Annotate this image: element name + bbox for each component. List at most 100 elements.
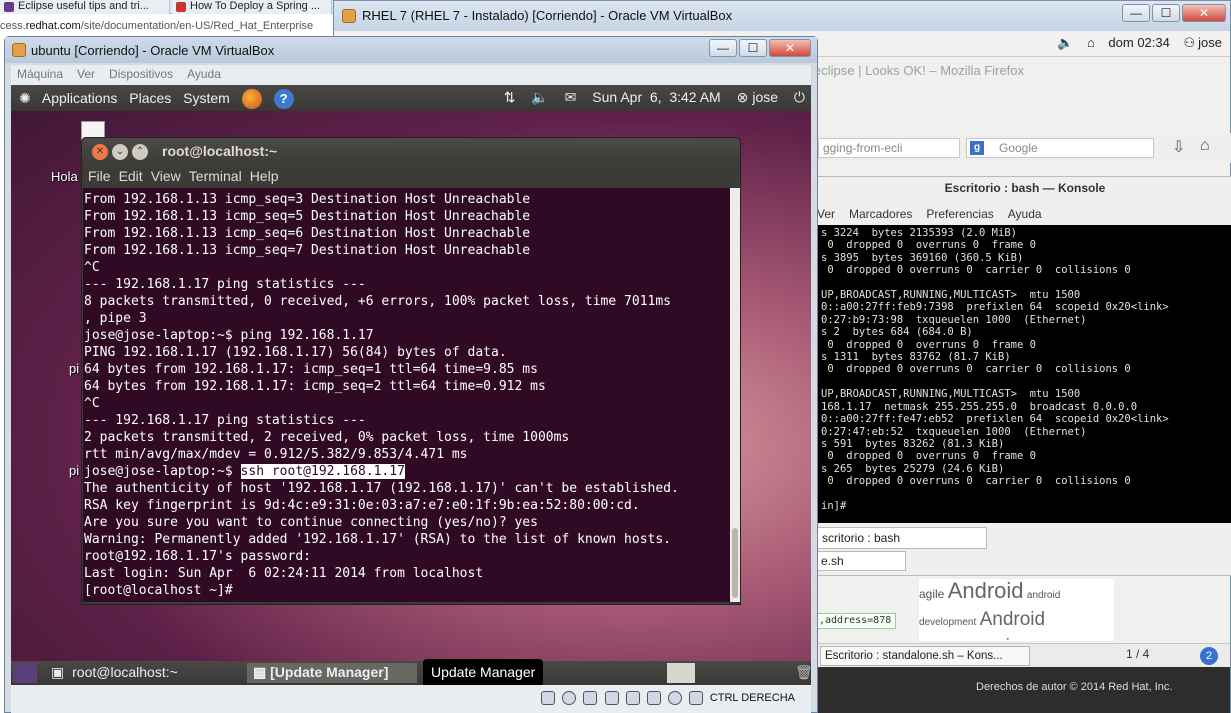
taskbar-item-konsole[interactable]: Escritorio : standalone.sh – Kons... xyxy=(820,646,1030,666)
user-name[interactable]: jose xyxy=(752,89,778,105)
menu-dispositivos[interactable]: Dispositivos xyxy=(109,67,173,81)
desktop-label[interactable]: pi xyxy=(69,463,79,478)
ubuntu-titlebar: ubuntu [Corriendo] - Oracle VM VirtualBo… xyxy=(5,37,817,63)
konsole-line: 0 dropped 0 overruns 0 frame 0 xyxy=(821,239,1036,252)
clock[interactable]: dom 02:34 xyxy=(1108,35,1169,50)
maximize-icon[interactable]: ⌃ xyxy=(132,144,148,160)
maximize-button[interactable]: ☐ xyxy=(739,39,767,57)
notification-badge[interactable]: 2 xyxy=(1200,647,1218,665)
konsole-menu-marcadores[interactable]: Marcadores xyxy=(849,207,912,221)
menu-ver[interactable]: Ver xyxy=(77,67,95,81)
shell-prompt: jose@jose-laptop:~$ xyxy=(84,464,241,479)
maximize-button[interactable]: ☐ xyxy=(1152,4,1180,22)
show-desktop-icon[interactable] xyxy=(13,663,37,683)
network-adapter-icon[interactable] xyxy=(604,691,619,705)
menu-terminal[interactable]: Terminal xyxy=(189,168,242,184)
hdd-icon[interactable] xyxy=(541,691,556,705)
usb-icon[interactable] xyxy=(583,691,598,705)
trash-icon[interactable]: 🗑 xyxy=(789,663,811,683)
taskbar-item-terminal[interactable]: ▣ root@localhost:~ xyxy=(45,663,245,683)
mail-icon[interactable]: ✉ xyxy=(565,89,577,105)
terminal-line: 8 packets transmitted, 0 received, +6 er… xyxy=(84,294,671,309)
volume-icon[interactable]: 🔈 xyxy=(1057,35,1073,50)
user-name[interactable]: jose xyxy=(1198,35,1222,50)
tag[interactable]: agile xyxy=(919,587,944,601)
konsole-terminal-output[interactable]: s 3224 bytes 2135393 (2.0 MiB) 0 dropped… xyxy=(817,225,1231,523)
konsole-line: s 2 bytes 684 (684.0 B) xyxy=(821,326,973,339)
terminal-line: From 192.168.1.13 icmp_seq=6 Destination… xyxy=(84,226,531,241)
file-tab[interactable]: e.sh xyxy=(816,551,906,571)
terminal-menubar: File Edit View Terminal Help xyxy=(82,164,740,188)
user-icon: ⊗ xyxy=(736,89,749,105)
network-icon[interactable]: ⇅ xyxy=(504,89,516,105)
minimize-button[interactable]: — xyxy=(709,39,737,57)
terminal-window: ✕ ⌄ ⌃ root@localhost:~ File Edit View Termi… xyxy=(81,137,741,605)
terminal-icon: ▣ xyxy=(51,664,69,680)
shared-folder-icon[interactable] xyxy=(625,691,640,705)
google-icon: g xyxy=(970,141,984,155)
terminal-line: ^C xyxy=(84,260,100,275)
firefox-search-input[interactable]: g Google xyxy=(966,138,1154,158)
konsole-menu-preferencias[interactable]: Preferencias xyxy=(926,207,993,221)
rhel-titlebar: RHEL 7 (RHEL 7 - Instalado) [Corriendo] … xyxy=(334,1,1230,31)
display-icon[interactable] xyxy=(646,691,661,705)
help-icon[interactable]: ? xyxy=(273,89,294,109)
firefox-icon[interactable] xyxy=(241,89,262,109)
terminal-line: The authenticity of host '192.168.1.17 (… xyxy=(84,481,679,496)
konsole-menu-ver[interactable]: Ver xyxy=(817,207,835,221)
volume-icon[interactable]: 🔈 xyxy=(531,89,548,105)
browser-tab[interactable]: How To Deploy a Spring ... xyxy=(172,0,332,14)
terminal-line: Warning: Permanently added '192.168.1.17… xyxy=(84,532,671,547)
cd-icon[interactable] xyxy=(562,691,577,705)
tag[interactable]: Android xyxy=(980,609,1046,630)
tag[interactable]: Android xyxy=(948,579,1024,603)
konsole-line: in]# xyxy=(821,499,853,512)
menu-edit[interactable]: Edit xyxy=(119,168,143,184)
terminal-line: , pipe 3 xyxy=(84,311,147,326)
menu-ayuda[interactable]: Ayuda xyxy=(187,67,221,81)
places-menu[interactable]: Places xyxy=(129,90,171,106)
menu-maquina[interactable]: Máquina xyxy=(17,67,63,81)
terminal-line: jose@jose-laptop:~$ ping 192.168.1.17 xyxy=(84,328,374,343)
terminal-output[interactable]: From 192.168.1.13 icmp_seq=3 Destination… xyxy=(83,188,731,602)
menu-file[interactable]: File xyxy=(88,168,111,184)
applications-menu[interactable]: Applications xyxy=(42,90,118,106)
close-button[interactable]: ✕ xyxy=(769,39,811,57)
browser-url[interactable]: cess.redhat.com/site/documentation/en-US… xyxy=(0,20,340,36)
close-icon[interactable]: ✕ xyxy=(92,144,108,160)
home-icon[interactable]: ⌂ xyxy=(1200,137,1210,155)
desktop-label[interactable]: Hola xyxy=(51,169,78,184)
system-menu[interactable]: System xyxy=(183,90,230,106)
tag[interactable]: android xyxy=(1027,590,1060,601)
terminal-line: [root@localhost ~]# xyxy=(84,583,241,598)
workspace-switcher[interactable] xyxy=(667,663,695,683)
power-icon[interactable]: ⏻ xyxy=(794,89,805,105)
rhel-window-title: RHEL 7 (RHEL 7 - Instalado) [Corriendo] … xyxy=(362,8,733,23)
browser-tab[interactable]: Eclipse useful tips and tri... xyxy=(0,0,170,14)
konsole-tab[interactable]: scritorio : bash xyxy=(817,527,987,549)
konsole-line: UP,BROADCAST,RUNNING,MULTICAST> mtu 1500 xyxy=(821,388,1081,401)
menu-view[interactable]: View xyxy=(151,168,181,184)
menu-help[interactable]: Help xyxy=(250,168,279,184)
minimize-button[interactable]: — xyxy=(1122,4,1150,22)
konsole-menu-ayuda[interactable]: Ayuda xyxy=(1008,207,1042,221)
tag[interactable]: programming xyxy=(919,636,1031,641)
konsole-line xyxy=(821,277,1231,289)
host-key-label: CTRL DERECHA xyxy=(709,691,795,704)
konsole-line: s 265 bytes 25279 (24.6 KiB) xyxy=(821,462,1005,475)
workspace-indicator[interactable]: 1 / 4 xyxy=(1126,647,1149,661)
firefox-url-bar[interactable]: gging-from-ecli xyxy=(818,138,960,158)
network-icon[interactable]: ⌂ xyxy=(1087,35,1095,50)
close-button[interactable]: ✕ xyxy=(1182,4,1226,22)
download-icon[interactable]: ⇩ xyxy=(1172,137,1185,157)
clock[interactable]: Sun Apr 6, 3:42 AM xyxy=(592,89,720,105)
selected-command[interactable]: ssh root@192.168.1.17 xyxy=(240,464,405,479)
scrollbar-thumb[interactable] xyxy=(732,528,738,598)
terminal-line: jose@jose-laptop:~$ ssh root@192.168.1.1… xyxy=(84,463,731,480)
konsole-window: Escritorio : bash — Konsole Ver Marcadore… xyxy=(816,176,1231,576)
minimize-icon[interactable]: ⌄ xyxy=(112,144,128,160)
taskbar-item-update-manager[interactable]: ▩ [Update Manager] xyxy=(247,663,417,683)
capture-icon[interactable] xyxy=(667,691,682,705)
desktop-label[interactable]: pi xyxy=(69,361,79,376)
tag[interactable]: development xyxy=(919,617,976,628)
